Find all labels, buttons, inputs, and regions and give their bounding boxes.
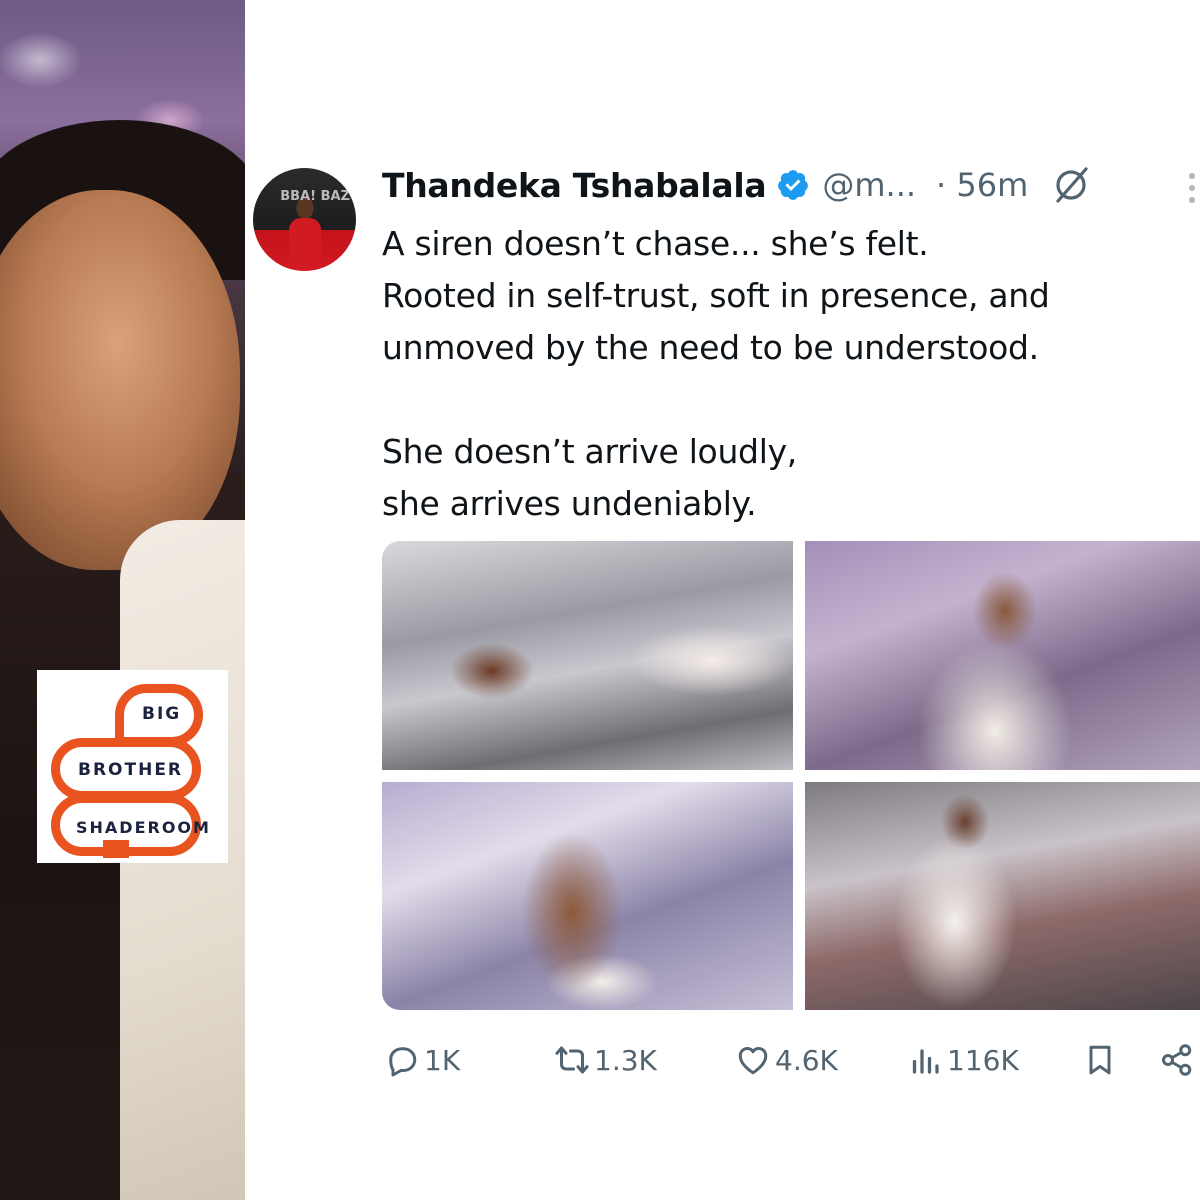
media-photo-1[interactable] [382,541,793,770]
photo-face [0,190,240,570]
logo-text-big: BIG [142,704,182,724]
tweet-header: Thandeka Tshabalala @m... · 56m [382,160,1092,210]
avatar-backdrop-text: BBA! BAZ [280,189,350,204]
retweet-icon [555,1046,589,1074]
handle[interactable]: @m... [822,166,916,204]
verified-badge-icon [776,168,810,202]
logo-text-shaderoom: SHADEROOM [76,818,211,837]
logo-text-brother: BROTHER [78,760,184,780]
tweet-line-1: A siren doesn’t chase... she’s felt. [382,224,929,263]
share-icon [1162,1044,1192,1076]
tweet-line-4: She doesn’t arrive loudly, [382,432,797,471]
share-button[interactable] [1159,1035,1199,1085]
like-button[interactable]: 4.6K [735,1035,838,1085]
retweet-count: 1.3K [594,1043,657,1077]
reply-icon [389,1047,417,1077]
tweet-text: A siren doesn’t chase... she’s felt. Roo… [382,218,1182,530]
grok-icon[interactable] [1050,164,1092,206]
tweet-card: BBA! BAZ Thandeka Tshabalala @m... · 56m… [245,0,1200,1200]
tweet-actions-bar: 1K 1.3K 4.6K 116K [382,1035,1200,1085]
bookmark-button[interactable] [1082,1035,1122,1085]
media-photo-3[interactable] [382,782,793,1010]
views-chart-icon [912,1049,939,1074]
tweet-line-5: she arrives undeniably. [382,484,757,523]
like-count: 4.6K [775,1043,838,1077]
heart-icon [738,1046,768,1075]
tweet-line-3: unmoved by the need to be understood. [382,328,1039,367]
bookmark-icon [1089,1045,1111,1075]
more-options-icon[interactable] [1187,168,1197,208]
views-button[interactable]: 116K [907,1035,1019,1085]
media-photo-4[interactable] [805,782,1200,1010]
avatar-figure [289,218,321,268]
tweet-line-2: Rooted in self-trust, soft in presence, … [382,276,1050,315]
display-name[interactable]: Thandeka Tshabalala [382,166,767,205]
reply-count: 1K [424,1043,461,1077]
retweet-button[interactable]: 1.3K [554,1035,657,1085]
views-count: 116K [947,1043,1019,1077]
big-brother-shaderoom-logo: BIG BROTHER SHADEROOM [37,670,228,863]
reply-button[interactable]: 1K [384,1035,460,1085]
avatar[interactable]: BBA! BAZ [253,168,356,271]
timestamp[interactable]: · 56m [936,166,1028,204]
media-photo-2[interactable] [805,541,1200,770]
logo-bar [103,840,129,858]
tweet-media-grid [382,541,1200,1010]
left-portrait-photo [0,0,245,1200]
